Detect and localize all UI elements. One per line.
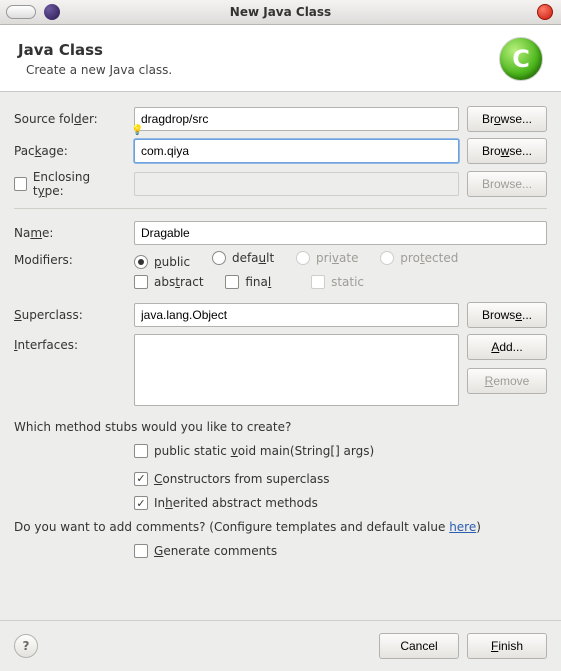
eclipse-icon	[44, 4, 60, 20]
close-icon[interactable]	[537, 4, 553, 20]
browse-superclass-button[interactable]: Browse...	[467, 302, 547, 328]
browse-source-folder-button[interactable]: Browse...	[467, 106, 547, 132]
stub-constructors-checkbox[interactable]: Constructors from superclass	[134, 472, 330, 486]
lightbulb-icon: 💡	[131, 125, 143, 136]
modifier-private-radio: private	[296, 251, 358, 265]
superclass-input[interactable]	[134, 303, 459, 327]
help-icon[interactable]: ?	[14, 634, 38, 658]
interfaces-label: Interfaces:	[14, 334, 134, 352]
cancel-button[interactable]: Cancel	[379, 633, 459, 659]
name-input[interactable]	[134, 221, 547, 245]
stub-inherited-checkbox[interactable]: Inherited abstract methods	[134, 496, 318, 510]
stub-main-checkbox[interactable]: public static void main(String[] args)	[134, 444, 374, 458]
finish-button[interactable]: Finish	[467, 633, 547, 659]
modifier-protected-radio: protected	[380, 251, 458, 265]
method-stubs-question: Which method stubs would you like to cre…	[14, 420, 547, 434]
enclosing-type-input	[134, 172, 459, 196]
separator	[14, 208, 547, 209]
superclass-label: Superclass:	[14, 308, 134, 322]
window-menu-button[interactable]	[6, 5, 36, 19]
modifier-default-radio[interactable]: default	[212, 251, 274, 265]
modifier-public-radio[interactable]: public	[134, 255, 190, 269]
dialog-body: Source folder: Browse... Package: 💡 Brow…	[0, 92, 561, 575]
page-subtitle: Create a new Java class.	[26, 63, 499, 77]
remove-interface-button: Remove	[467, 368, 547, 394]
class-icon: C	[499, 37, 543, 81]
modifiers-label: Modifiers:	[14, 253, 134, 267]
source-folder-input[interactable]	[134, 107, 459, 131]
package-input[interactable]	[134, 139, 459, 163]
package-label: Package:	[14, 144, 134, 158]
dialog-footer: ? Cancel Finish	[0, 620, 561, 671]
browse-package-button[interactable]: Browse...	[467, 138, 547, 164]
dialog-header: Java Class Create a new Java class. C	[0, 25, 561, 92]
enclosing-type-checkbox[interactable]: Enclosing type:	[14, 170, 116, 198]
modifier-final-checkbox[interactable]: final	[225, 275, 271, 289]
titlebar: New Java Class	[0, 0, 561, 25]
add-interface-button[interactable]: Add...	[467, 334, 547, 360]
interfaces-list[interactable]	[134, 334, 459, 406]
name-label: Name:	[14, 226, 134, 240]
generate-comments-checkbox[interactable]: Generate comments	[134, 544, 277, 558]
source-folder-label: Source folder:	[14, 112, 134, 126]
configure-templates-link[interactable]: here	[449, 520, 476, 534]
page-title: Java Class	[18, 41, 499, 59]
enclosing-type-label: Enclosing type:	[14, 170, 134, 198]
browse-enclosing-type-button: Browse...	[467, 171, 547, 197]
modifier-static-checkbox: static	[311, 275, 364, 289]
modifier-abstract-checkbox[interactable]: abstract	[134, 275, 204, 289]
comments-question: Do you want to add comments? (Configure …	[14, 520, 547, 534]
window-title: New Java Class	[0, 5, 561, 19]
